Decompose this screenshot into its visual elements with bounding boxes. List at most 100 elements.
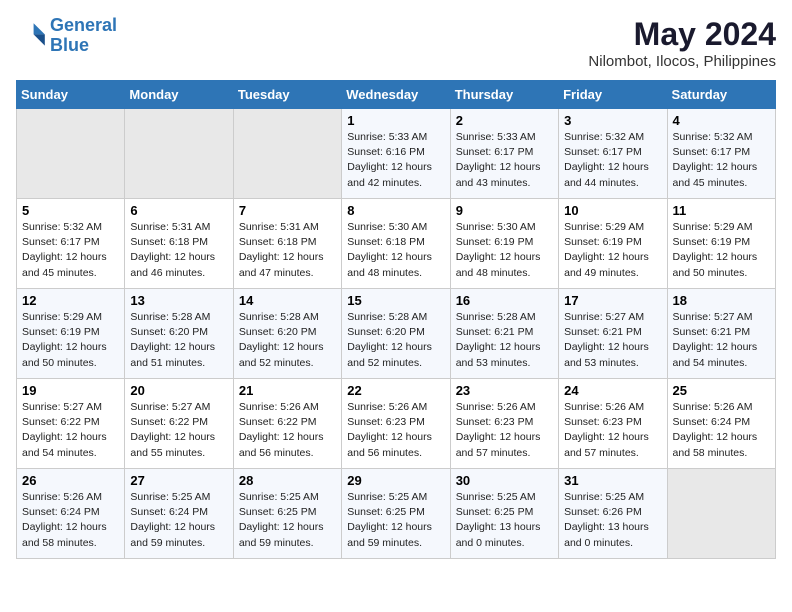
- calendar-cell: 28Sunrise: 5:25 AM Sunset: 6:25 PM Dayli…: [233, 469, 341, 559]
- calendar-cell: 23Sunrise: 5:26 AM Sunset: 6:23 PM Dayli…: [450, 379, 558, 469]
- calendar-week-row: 1 Sunrise: 5:33 AM Sunset: 6:16 PM Daylig…: [17, 109, 776, 199]
- day-info: Sunrise: 5:28 AM Sunset: 6:20 PM Dayligh…: [130, 310, 227, 371]
- calendar-cell: 1 Sunrise: 5:33 AM Sunset: 6:16 PM Daylig…: [342, 109, 450, 199]
- location-subtitle: Nilombot, Ilocos, Philippines: [588, 53, 776, 70]
- day-number: 13: [130, 293, 227, 308]
- day-number: 21: [239, 383, 336, 398]
- weekday-header-monday: Monday: [125, 81, 233, 109]
- day-info: Sunrise: 5:33 AM Sunset: 6:16 PM Dayligh…: [347, 130, 444, 191]
- calendar-cell: 22Sunrise: 5:26 AM Sunset: 6:23 PM Dayli…: [342, 379, 450, 469]
- day-info: Sunrise: 5:28 AM Sunset: 6:20 PM Dayligh…: [347, 310, 444, 371]
- calendar-cell: 16Sunrise: 5:28 AM Sunset: 6:21 PM Dayli…: [450, 289, 558, 379]
- calendar-cell: 14 Sunrise: 5:28 AM Sunset: 6:20 PM Dayli…: [233, 289, 341, 379]
- day-number: 14: [239, 293, 336, 308]
- day-info: Sunrise: 5:25 AM Sunset: 6:24 PM Dayligh…: [130, 490, 227, 551]
- calendar-cell: 31 Sunrise: 5:25 AM Sunset: 6:26 PM Dayli…: [559, 469, 667, 559]
- day-number: 10: [564, 203, 661, 218]
- day-info: Sunrise: 5:25 AM Sunset: 6:25 PM Dayligh…: [456, 490, 553, 551]
- day-info: Sunrise: 5:26 AM Sunset: 6:24 PM Dayligh…: [22, 490, 119, 551]
- day-number: 20: [130, 383, 227, 398]
- day-info: Sunrise: 5:26 AM Sunset: 6:22 PM Dayligh…: [239, 400, 336, 461]
- day-number: 2: [456, 113, 553, 128]
- day-number: 4: [673, 113, 770, 128]
- calendar-week-row: 26 Sunrise: 5:26 AM Sunset: 6:24 PM Dayli…: [17, 469, 776, 559]
- logo-text: General Blue: [50, 16, 117, 56]
- weekday-header-wednesday: Wednesday: [342, 81, 450, 109]
- day-number: 31: [564, 473, 661, 488]
- calendar-week-row: 19 Sunrise: 5:27 AM Sunset: 6:22 PM Dayli…: [17, 379, 776, 469]
- weekday-header-friday: Friday: [559, 81, 667, 109]
- day-number: 24: [564, 383, 661, 398]
- calendar-cell: 27 Sunrise: 5:25 AM Sunset: 6:24 PM Dayli…: [125, 469, 233, 559]
- day-number: 19: [22, 383, 119, 398]
- day-info: Sunrise: 5:29 AM Sunset: 6:19 PM Dayligh…: [673, 220, 770, 281]
- calendar-cell: 21 Sunrise: 5:26 AM Sunset: 6:22 PM Dayli…: [233, 379, 341, 469]
- calendar-cell: 20 Sunrise: 5:27 AM Sunset: 6:22 PM Dayli…: [125, 379, 233, 469]
- day-number: 6: [130, 203, 227, 218]
- day-info: Sunrise: 5:28 AM Sunset: 6:20 PM Dayligh…: [239, 310, 336, 371]
- calendar-week-row: 12 Sunrise: 5:29 AM Sunset: 6:19 PM Dayli…: [17, 289, 776, 379]
- day-number: 12: [22, 293, 119, 308]
- calendar-cell: 5Sunrise: 5:32 AM Sunset: 6:17 PM Daylig…: [17, 199, 125, 289]
- logo: General Blue: [16, 16, 117, 56]
- weekday-header-thursday: Thursday: [450, 81, 558, 109]
- calendar-table: SundayMondayTuesdayWednesdayThursdayFrid…: [16, 80, 776, 559]
- calendar-cell: 3 Sunrise: 5:32 AM Sunset: 6:17 PM Daylig…: [559, 109, 667, 199]
- day-number: 29: [347, 473, 444, 488]
- day-number: 3: [564, 113, 661, 128]
- day-number: 9: [456, 203, 553, 218]
- weekday-header-tuesday: Tuesday: [233, 81, 341, 109]
- calendar-week-row: 5Sunrise: 5:32 AM Sunset: 6:17 PM Daylig…: [17, 199, 776, 289]
- day-info: Sunrise: 5:27 AM Sunset: 6:22 PM Dayligh…: [22, 400, 119, 461]
- calendar-cell: 7 Sunrise: 5:31 AM Sunset: 6:18 PM Daylig…: [233, 199, 341, 289]
- day-number: 17: [564, 293, 661, 308]
- calendar-cell: 12 Sunrise: 5:29 AM Sunset: 6:19 PM Dayli…: [17, 289, 125, 379]
- day-info: Sunrise: 5:32 AM Sunset: 6:17 PM Dayligh…: [564, 130, 661, 191]
- calendar-cell: 9 Sunrise: 5:30 AM Sunset: 6:19 PM Daylig…: [450, 199, 558, 289]
- day-number: 28: [239, 473, 336, 488]
- day-number: 22: [347, 383, 444, 398]
- weekday-header-saturday: Saturday: [667, 81, 775, 109]
- day-number: 1: [347, 113, 444, 128]
- day-info: Sunrise: 5:28 AM Sunset: 6:21 PM Dayligh…: [456, 310, 553, 371]
- calendar-cell: 15Sunrise: 5:28 AM Sunset: 6:20 PM Dayli…: [342, 289, 450, 379]
- calendar-cell: 26 Sunrise: 5:26 AM Sunset: 6:24 PM Dayli…: [17, 469, 125, 559]
- day-info: Sunrise: 5:31 AM Sunset: 6:18 PM Dayligh…: [130, 220, 227, 281]
- day-info: Sunrise: 5:27 AM Sunset: 6:22 PM Dayligh…: [130, 400, 227, 461]
- day-info: Sunrise: 5:27 AM Sunset: 6:21 PM Dayligh…: [564, 310, 661, 371]
- calendar-cell: 24 Sunrise: 5:26 AM Sunset: 6:23 PM Dayli…: [559, 379, 667, 469]
- day-info: Sunrise: 5:32 AM Sunset: 6:17 PM Dayligh…: [22, 220, 119, 281]
- calendar-cell: 19 Sunrise: 5:27 AM Sunset: 6:22 PM Dayli…: [17, 379, 125, 469]
- day-info: Sunrise: 5:31 AM Sunset: 6:18 PM Dayligh…: [239, 220, 336, 281]
- calendar-cell: 6 Sunrise: 5:31 AM Sunset: 6:18 PM Daylig…: [125, 199, 233, 289]
- day-number: 7: [239, 203, 336, 218]
- day-info: Sunrise: 5:33 AM Sunset: 6:17 PM Dayligh…: [456, 130, 553, 191]
- weekday-header-row: SundayMondayTuesdayWednesdayThursdayFrid…: [17, 81, 776, 109]
- calendar-cell: 2 Sunrise: 5:33 AM Sunset: 6:17 PM Daylig…: [450, 109, 558, 199]
- day-number: 26: [22, 473, 119, 488]
- day-number: 11: [673, 203, 770, 218]
- day-info: Sunrise: 5:29 AM Sunset: 6:19 PM Dayligh…: [22, 310, 119, 371]
- calendar-cell: 30Sunrise: 5:25 AM Sunset: 6:25 PM Dayli…: [450, 469, 558, 559]
- day-info: Sunrise: 5:32 AM Sunset: 6:17 PM Dayligh…: [673, 130, 770, 191]
- calendar-cell: 4 Sunrise: 5:32 AM Sunset: 6:17 PM Daylig…: [667, 109, 775, 199]
- day-info: Sunrise: 5:25 AM Sunset: 6:26 PM Dayligh…: [564, 490, 661, 551]
- day-info: Sunrise: 5:25 AM Sunset: 6:25 PM Dayligh…: [347, 490, 444, 551]
- weekday-header-sunday: Sunday: [17, 81, 125, 109]
- day-number: 27: [130, 473, 227, 488]
- day-info: Sunrise: 5:26 AM Sunset: 6:23 PM Dayligh…: [456, 400, 553, 461]
- calendar-cell: [17, 109, 125, 199]
- day-info: Sunrise: 5:27 AM Sunset: 6:21 PM Dayligh…: [673, 310, 770, 371]
- day-number: 25: [673, 383, 770, 398]
- day-info: Sunrise: 5:26 AM Sunset: 6:23 PM Dayligh…: [564, 400, 661, 461]
- calendar-cell: 10 Sunrise: 5:29 AM Sunset: 6:19 PM Dayli…: [559, 199, 667, 289]
- day-number: 8: [347, 203, 444, 218]
- month-year-title: May 2024: [588, 16, 776, 53]
- calendar-cell: 25 Sunrise: 5:26 AM Sunset: 6:24 PM Dayli…: [667, 379, 775, 469]
- day-info: Sunrise: 5:29 AM Sunset: 6:19 PM Dayligh…: [564, 220, 661, 281]
- calendar-cell: 13 Sunrise: 5:28 AM Sunset: 6:20 PM Dayli…: [125, 289, 233, 379]
- day-info: Sunrise: 5:26 AM Sunset: 6:24 PM Dayligh…: [673, 400, 770, 461]
- day-info: Sunrise: 5:30 AM Sunset: 6:19 PM Dayligh…: [456, 220, 553, 281]
- calendar-cell: 29 Sunrise: 5:25 AM Sunset: 6:25 PM Dayli…: [342, 469, 450, 559]
- title-block: May 2024 Nilombot, Ilocos, Philippines: [588, 16, 776, 70]
